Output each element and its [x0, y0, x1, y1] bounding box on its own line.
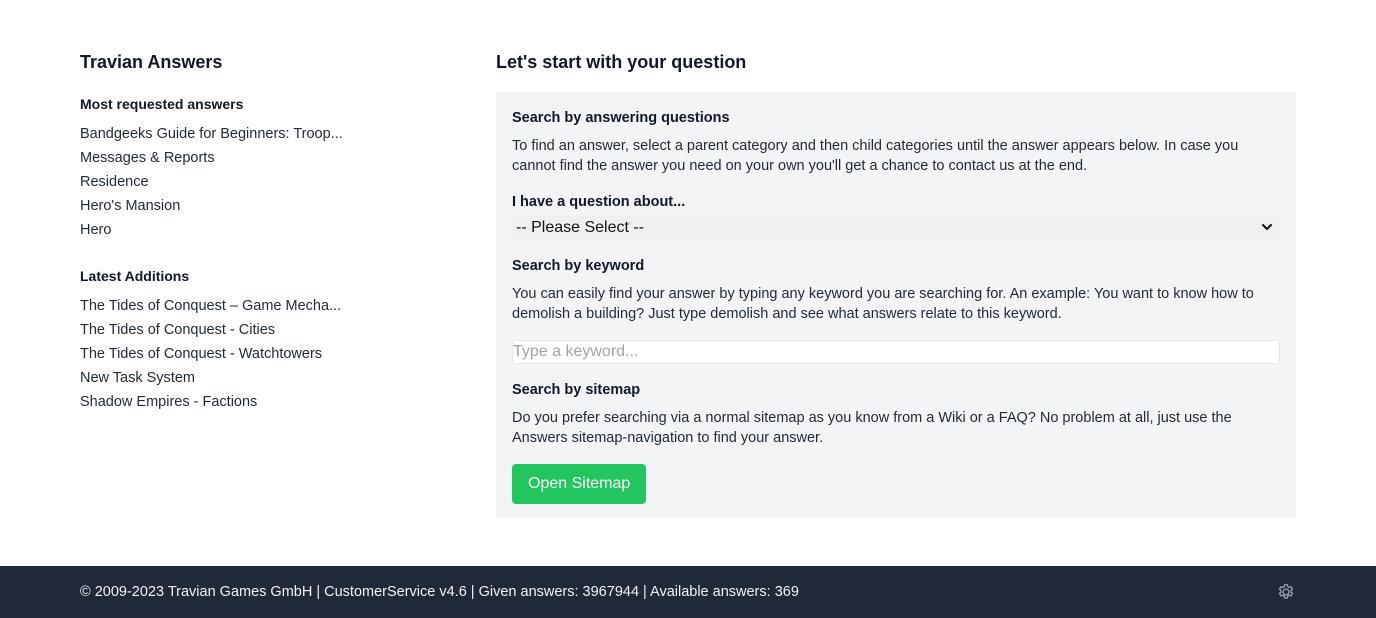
main-content: Let's start with your question Search by… — [496, 50, 1296, 518]
search-questions-description: To find an answer, select a parent categ… — [512, 138, 1239, 174]
sidebar: Travian Answers Most requested answers B… — [80, 50, 370, 414]
search-keyword-description: You can easily find your answer by typin… — [512, 286, 1254, 322]
keyword-search-input[interactable] — [513, 341, 1279, 363]
footer-copyright: © 2009-2023 Travian Games GmbH | Custome… — [80, 584, 799, 600]
gear-icon[interactable] — [1276, 582, 1296, 602]
latest-addition-link[interactable]: New Task System — [80, 366, 350, 390]
site-title: Travian Answers — [80, 52, 223, 72]
open-sitemap-button[interactable]: Open Sitemap — [512, 464, 647, 504]
latest-addition-link[interactable]: The Tides of Conquest – Game Mecha... — [80, 294, 350, 318]
search-keyword-heading: Search by keyword — [512, 258, 645, 274]
most-requested-link[interactable]: Bandgeeks Guide for Beginners: Troop... — [80, 122, 350, 146]
most-requested-link[interactable]: Hero — [80, 218, 350, 242]
chevron-down-icon — [1262, 224, 1272, 230]
most-requested-link[interactable]: Messages & Reports — [80, 146, 350, 170]
page-title: Let's start with your question — [496, 52, 747, 72]
question-category-select[interactable]: -- Please Select -- — [512, 216, 1280, 240]
most-requested-list: Bandgeeks Guide for Beginners: Troop... … — [80, 122, 370, 242]
latest-addition-link[interactable]: Shadow Empires - Factions — [80, 390, 350, 414]
question-select-value: -- Please Select -- — [516, 219, 645, 236]
search-sitemap-description: Do you prefer searching via a normal sit… — [512, 410, 1232, 446]
most-requested-link[interactable]: Hero's Mansion — [80, 194, 350, 218]
search-questions-heading: Search by answering questions — [512, 110, 730, 126]
search-panel: Search by answering questions To find an… — [496, 92, 1296, 518]
question-select-label: I have a question about... — [512, 194, 686, 210]
latest-additions-heading: Latest Additions — [80, 268, 190, 284]
latest-addition-link[interactable]: The Tides of Conquest - Cities — [80, 318, 350, 342]
most-requested-heading: Most requested answers — [80, 96, 244, 112]
latest-addition-link[interactable]: The Tides of Conquest - Watchtowers — [80, 342, 350, 366]
search-sitemap-heading: Search by sitemap — [512, 382, 641, 398]
footer: © 2009-2023 Travian Games GmbH | Custome… — [0, 566, 1376, 618]
most-requested-link[interactable]: Residence — [80, 170, 350, 194]
keyword-input-wrapper — [512, 340, 1280, 364]
latest-additions-list: The Tides of Conquest – Game Mecha... Th… — [80, 294, 370, 414]
